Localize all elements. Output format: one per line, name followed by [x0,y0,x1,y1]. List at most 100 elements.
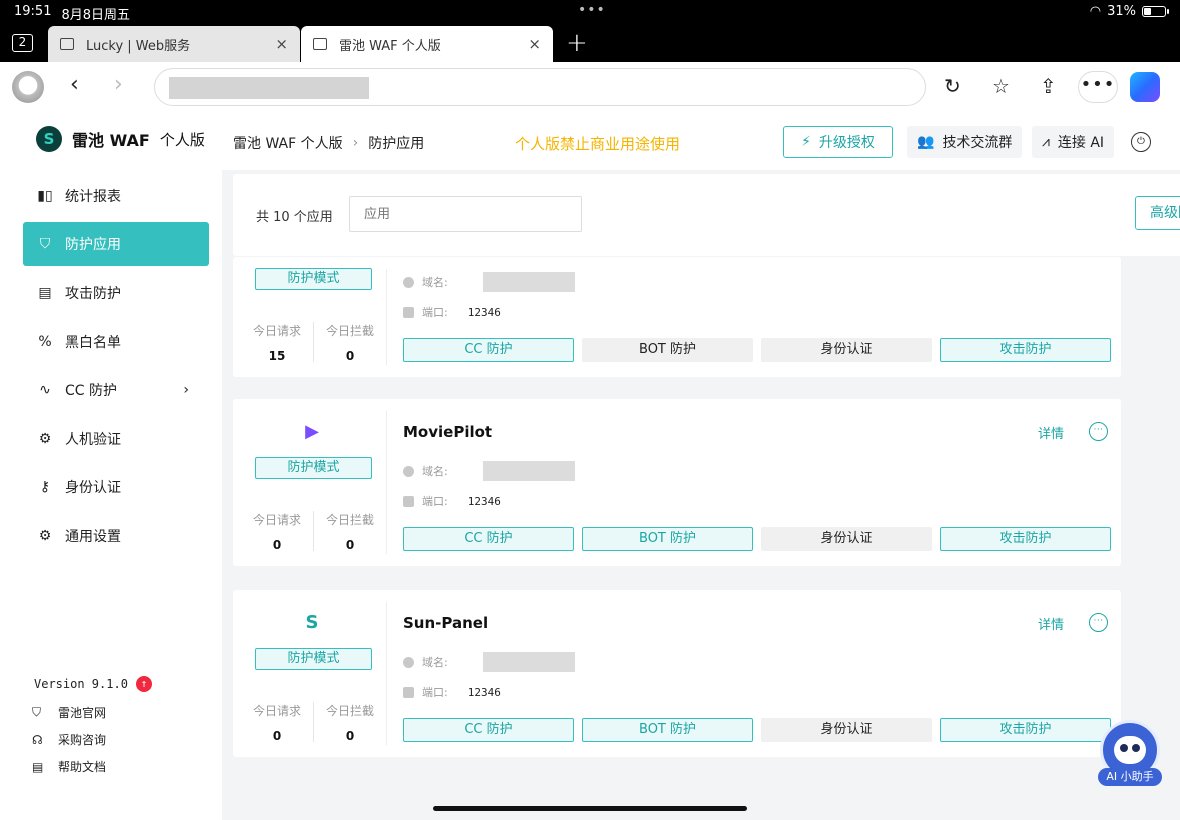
sidebar-item-allow-deny-list[interactable]: % 黑白名单 [23,320,209,364]
connect-ai-button[interactable]: ⩘ 连接 AI [1032,126,1115,158]
back-button[interactable]: ‹ [70,72,79,97]
domain-label: 域名: [422,656,448,669]
port-row: 端口: 12346 [403,304,501,320]
port-row: 端口: 12346 [403,684,501,700]
copilot-icon[interactable] [1130,72,1160,102]
upgrade-license-button[interactable]: ⚡ 升级授权 [783,126,893,158]
sidebar-item-attack-protection[interactable]: ▤ 攻击防护 [23,271,209,315]
share-button[interactable]: ⇪ [1040,74,1057,98]
globe-icon [403,276,414,288]
breadcrumb: 雷池 WAF 个人版 › 防护应用 [233,133,424,153]
app-name[interactable]: MoviePilot [403,423,492,441]
protection-mode-badge[interactable]: 防护模式 [255,648,372,670]
breadcrumb-current: 防护应用 [368,136,425,152]
sidebar-item-cc-protection[interactable]: ∿ CC 防护 › [23,368,209,412]
reload-button[interactable]: ↻ [944,74,961,98]
attack-protection-chip[interactable]: 攻击防护 [940,338,1111,362]
upgrade-label: 升级授权 [818,135,875,151]
auth-chip[interactable]: 身份认证 [761,527,932,551]
app-card: S 防护模式 今日请求 0 今日拦截 0 Sun-Panel 详情 ··· 域名: 端口… [233,590,1121,757]
app-name[interactable]: Sun-Panel [403,614,488,632]
requests-today: 今日请求 0 [242,702,312,743]
domain-row: 域名: [403,654,448,670]
divider [313,702,314,742]
bot-protection-chip[interactable]: BOT 防护 [582,718,753,742]
cc-protection-chip[interactable]: CC 防护 [403,527,574,551]
new-tab-button[interactable]: + [566,28,588,58]
attack-protection-chip[interactable]: 攻击防护 [940,527,1111,551]
panda-icon [1114,736,1146,764]
address-bar[interactable] [154,68,926,106]
breadcrumb-root[interactable]: 雷池 WAF 个人版 [233,133,343,153]
stat-label: 今日请求 [252,513,301,527]
sidebar-item-statistics[interactable]: ▮▯ 统计报表 [23,174,209,218]
requests-today: 今日请求 15 [242,322,312,363]
sidebar: S 雷池 WAF 个人版 ▮▯ 统计报表 ⛉ 防护应用 ▤ 攻击防护 % 黑白名… [0,114,222,820]
detail-link[interactable]: 详情 [1038,423,1064,442]
divider [313,511,314,551]
gear-icon: ⚙ [38,528,52,544]
tab-title: Lucky | Web服务 [86,38,191,54]
redacted-domain [483,652,575,672]
cc-protection-chip[interactable]: CC 防护 [403,718,574,742]
more-options-icon[interactable]: ··· [1089,422,1108,441]
tab-count-button[interactable]: 2 [12,34,33,52]
headset-icon: ☊ [32,732,43,747]
stat-value: 0 [272,538,282,552]
advanced-protection-button[interactable]: 高级防护 [1135,196,1180,230]
official-site-link[interactable]: ⛉ 雷池官网 [32,704,106,721]
brand[interactable]: S 雷池 WAF 个人版 [36,126,205,152]
bot-protection-chip[interactable]: BOT 防护 [582,338,753,362]
more-menu-button[interactable]: ••• [1078,71,1118,103]
port-value: 12346 [467,685,501,699]
sidebar-item-label: 通用设置 [65,529,121,545]
favorites-button[interactable]: ☆ [992,74,1010,98]
protection-mode-badge[interactable]: 防护模式 [255,457,372,479]
sidebar-item-label: 人机验证 [65,432,121,448]
shield-icon: ⛉ [39,236,51,252]
redacted-url [169,77,369,99]
update-badge-icon[interactable]: ↑ [135,676,152,692]
sidebar-item-label: 身份认证 [65,480,121,496]
ai-icon: ⩘ [1042,134,1050,150]
requests-today: 今日请求 0 [242,511,312,552]
tab-title: 雷池 WAF 个人版 [339,38,441,54]
auth-chip[interactable]: 身份认证 [761,718,932,742]
wifi-icon: ◠ [1089,4,1102,19]
browser-tab-safeline[interactable]: 雷池 WAF 个人版 × [301,26,553,62]
sidebar-item-captcha[interactable]: ⚙ 人机验证 [23,417,209,461]
port-label: 端口: [422,306,448,319]
multitask-dots[interactable]: ••• [578,2,606,18]
detail-link[interactable]: 详情 [1038,614,1064,633]
brand-suffix: 个人版 [159,130,205,149]
domain-label: 域名: [422,276,448,289]
cc-protection-chip[interactable]: CC 防护 [403,338,574,362]
close-icon[interactable]: × [528,35,541,53]
app-search-input[interactable] [349,196,582,232]
bot-protection-chip[interactable]: BOT 防护 [582,527,753,551]
attack-protection-chip[interactable]: 攻击防护 [940,718,1111,742]
status-bar: 19:51 8月8日周五 ••• ◠ 31% [0,0,1180,24]
browser-tab-lucky[interactable]: Lucky | Web服务 × [48,26,300,62]
more-options-icon[interactable]: ··· [1089,613,1108,632]
help-docs-link[interactable]: ▤ 帮助文档 [32,758,106,775]
community-group-button[interactable]: 👥 技术交流群 [907,126,1023,158]
forward-button[interactable]: › [114,72,123,97]
battery-icon [1142,6,1169,17]
tab-page-icon [313,38,327,50]
profile-avatar[interactable] [12,71,44,103]
stat-label: 今日拦截 [325,324,374,338]
close-icon[interactable]: × [275,35,288,53]
sidebar-item-auth[interactable]: ⚷ 身份认证 [23,465,209,509]
server-icon [403,495,414,507]
app-count: 共 10 个应用 [256,210,333,225]
divider [313,322,314,362]
protection-mode-badge[interactable]: 防护模式 [255,268,372,290]
ai-assistant-button[interactable]: AI 小助手 [1098,720,1162,790]
auth-chip[interactable]: 身份认证 [761,338,932,362]
port-label: 端口: [422,686,448,699]
sidebar-item-settings[interactable]: ⚙ 通用设置 [23,514,209,558]
sidebar-item-protected-apps[interactable]: ⛉ 防护应用 [23,222,209,266]
logout-icon[interactable]: ⏻ [1131,132,1151,152]
purchase-link[interactable]: ☊ 采购咨询 [32,731,106,748]
